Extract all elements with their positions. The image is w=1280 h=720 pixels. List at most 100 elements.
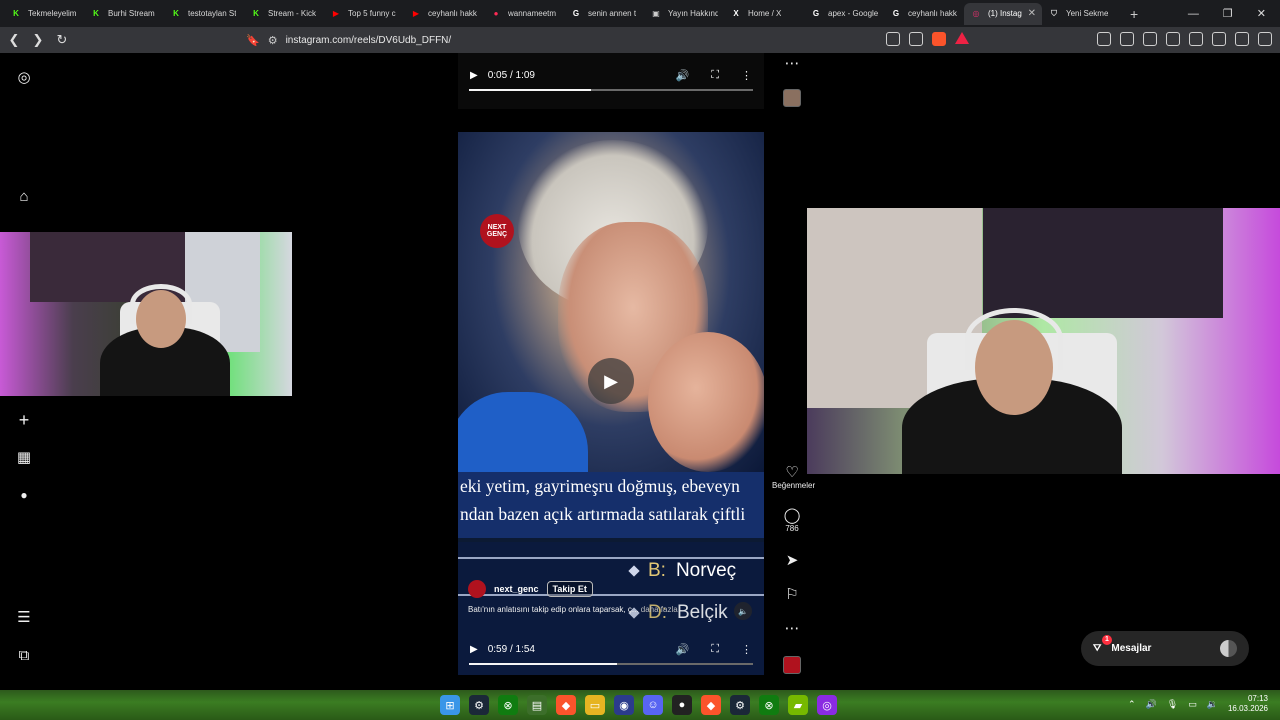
browser-tab[interactable]: Gceyhanlı hakk (884, 3, 964, 25)
volume-icon[interactable]: 🔊 (676, 643, 690, 656)
url-field[interactable]: 🔖 ⚙ instagram.com/reels/DV6Udb_DFFN/ (246, 30, 996, 50)
previous-reel-audio-thumb[interactable] (783, 89, 801, 107)
fullscreen-icon[interactable]: ⛶ (711, 643, 719, 656)
mute-icon[interactable]: 🔈 (734, 602, 752, 620)
leo-ai-icon[interactable] (1212, 32, 1226, 46)
wallet-icon[interactable] (1189, 32, 1203, 46)
minimize-icon[interactable]: — (1188, 8, 1199, 20)
like-button[interactable]: ♡ Beğenmeler (772, 465, 815, 491)
profile-avatar-icon[interactable]: ● (15, 486, 33, 504)
install-app-icon[interactable] (886, 32, 900, 46)
play-button[interactable]: ▶ (588, 358, 634, 404)
extensions-icon[interactable] (1097, 32, 1111, 46)
back-icon[interactable]: ❮ (4, 32, 24, 48)
xbox-icon[interactable]: ⊗ (498, 695, 518, 715)
vpn-icon[interactable] (1235, 32, 1249, 46)
browser-tab[interactable]: Gapex - Google (804, 3, 884, 25)
webcam-overlay-right (807, 208, 1280, 474)
also-from-meta-icon[interactable]: ⧉ (15, 647, 33, 665)
close-window-icon[interactable]: ✕ (1257, 7, 1266, 20)
restore-icon[interactable]: ❐ (1223, 7, 1233, 20)
play-icon[interactable]: ▶ (470, 70, 478, 81)
new-tab-icon[interactable]: + (1122, 6, 1146, 22)
fullscreen-icon[interactable]: ⛶ (711, 69, 719, 82)
author-avatar[interactable] (468, 580, 486, 598)
obs-icon[interactable]: ◉ (614, 695, 634, 715)
steam-icon[interactable]: ⚙ (730, 695, 750, 715)
forward-icon[interactable]: ❯ (28, 32, 48, 48)
browser-tab[interactable]: K Burhi Stream (84, 3, 164, 25)
window-controls: — ❐ ✕ (1188, 0, 1280, 27)
diamond-icon (628, 565, 640, 577)
dashboard-icon[interactable]: ▦ (15, 449, 33, 467)
more-menu-icon[interactable]: ☰ (15, 609, 33, 627)
caption-more-link[interactable]: daha fazla (641, 605, 678, 614)
share-button[interactable]: ➤ (772, 553, 812, 569)
bookmark-icon[interactable]: 🔖 (246, 34, 260, 47)
author-name[interactable]: next_genc (494, 584, 539, 594)
browser-tab[interactable]: ● wannameetm (484, 3, 564, 25)
tray-overflow-icon[interactable]: ⌃ (1128, 699, 1136, 710)
steam-icon[interactable]: ⚙ (469, 695, 489, 715)
create-icon[interactable]: + (15, 411, 33, 429)
clock[interactable]: 07:13 16.03.2026 (1228, 694, 1268, 714)
home-icon[interactable]: ⌂ (15, 188, 33, 206)
browser-tab[interactable]: Gsenin annen t (564, 3, 644, 25)
brave-shield-icon[interactable] (932, 32, 946, 46)
video-progress-bar[interactable] (469, 89, 753, 91)
messages-button[interactable]: ⛛ 1 Mesajlar (1081, 631, 1249, 666)
discord-icon[interactable]: ☺ (643, 695, 663, 715)
browser-tab[interactable]: ▶ Top 5 funny c (324, 3, 404, 25)
tab-search-icon[interactable] (1120, 32, 1134, 46)
network-icon[interactable]: ▭ (1188, 699, 1197, 710)
xbox-icon[interactable]: ⊗ (759, 695, 779, 715)
reload-icon[interactable]: ↻ (52, 32, 72, 48)
instagram-page: ◎ ⌂ + ▦ ● ☰ ⧉ ▶ 0:05 / 1:09 🔊 ⛶ ⋮ NEXT G… (0, 53, 1280, 690)
brave-icon[interactable]: ◆ (701, 695, 721, 715)
browser-tab[interactable]: Ktestotaylan St (164, 3, 244, 25)
app-icon[interactable]: ● (672, 695, 692, 715)
browser-tab[interactable]: ⛉ Yeni Sekme (1042, 3, 1122, 25)
video-time: 0:05 / 1:09 (487, 70, 535, 81)
browser-tab[interactable]: ◎ (1) Instag ✕ (964, 2, 1042, 25)
volume-icon[interactable]: 🔊 (676, 69, 690, 82)
video-time: 0:59 / 1:54 (487, 644, 535, 655)
browser-tab[interactable]: ▶ ceyhanlı hakk (404, 3, 484, 25)
reel-caption[interactable]: Batı'nın anlatısını takip edip onlara ta… (468, 605, 758, 614)
current-reel[interactable]: NEXT GENÇ ▶ eki yetim, gayrimeşru doğmuş… (458, 132, 764, 675)
youtube-icon: ▶ (412, 9, 420, 18)
close-tab-icon[interactable]: ✕ (1028, 8, 1036, 19)
store-icon[interactable]: ▤ (527, 695, 547, 715)
nvidia-icon[interactable]: ▰ (788, 695, 808, 715)
browser-tab[interactable]: ▣ Yayın Hakkınd (644, 3, 724, 25)
volume-icon[interactable]: 🔉 (1207, 699, 1218, 710)
brave-rewards-icon[interactable] (955, 32, 969, 44)
comment-button[interactable]: ◯ 786 (772, 508, 812, 534)
speaker-icon[interactable]: 🔊 (1146, 699, 1157, 710)
more-options-icon[interactable]: ⋯ (772, 621, 812, 637)
sidebar-icon[interactable] (1166, 32, 1180, 46)
brave-icon[interactable]: ◆ (556, 695, 576, 715)
more-options-icon[interactable]: ⋯ (772, 56, 812, 72)
instagram-app-icon[interactable]: ◎ (817, 695, 837, 715)
play-icon[interactable]: ▶ (470, 644, 478, 655)
save-button[interactable]: ⚐ (772, 587, 812, 603)
mic-icon[interactable]: 🎙 (1167, 699, 1178, 710)
browser-tab[interactable]: K Tekmeleyelim (4, 3, 84, 25)
start-icon[interactable]: ⊞ (440, 695, 460, 715)
reel-video-frame[interactable]: NEXT GENÇ ▶ (458, 132, 764, 482)
more-options-icon[interactable]: ⋮ (741, 69, 752, 82)
instagram-logo-icon[interactable]: ◎ (15, 69, 33, 87)
record-icon: ● (493, 9, 499, 18)
media-icon[interactable] (1143, 32, 1157, 46)
folder-icon[interactable]: ▭ (585, 695, 605, 715)
site-settings-icon[interactable]: ⚙ (268, 34, 278, 47)
follow-button[interactable]: Takip Et (546, 581, 593, 597)
more-options-icon[interactable]: ⋮ (741, 643, 752, 656)
menu-icon[interactable] (1258, 32, 1272, 46)
browser-tab[interactable]: X Home / X (724, 3, 804, 25)
video-progress-bar[interactable] (469, 663, 753, 665)
share-icon[interactable] (909, 32, 923, 46)
reel-audio-thumb[interactable] (783, 656, 801, 674)
browser-tab[interactable]: K Stream - Kick (244, 3, 324, 25)
